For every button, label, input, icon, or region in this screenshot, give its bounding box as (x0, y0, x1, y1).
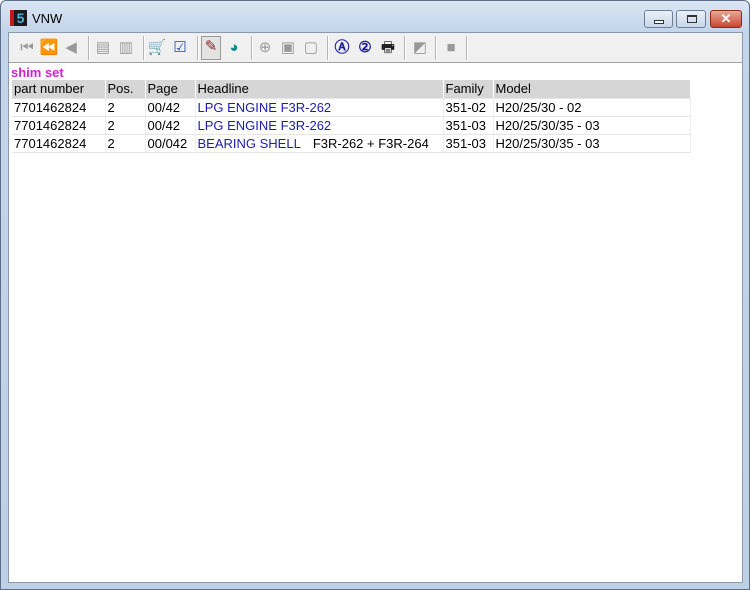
search-a-icon[interactable]: Ⓐ (332, 38, 352, 58)
table-row[interactable]: 7701462824 2 00/42 LPG ENGINE F3R-262 35… (12, 116, 691, 135)
part-number-cell: 7701462824 (12, 116, 106, 135)
page-icon[interactable]: ▣ (278, 38, 298, 58)
column-header-model[interactable]: Model (493, 80, 691, 99)
page-corner-icon[interactable]: ▢ (301, 38, 321, 58)
stop-icon[interactable]: ■ (441, 38, 461, 58)
tool-icon[interactable]: ✎ (201, 36, 221, 60)
table-row[interactable]: 7701462824 2 00/42 LPG ENGINE F3R-262 35… (12, 98, 691, 117)
client-area: ⏮ ⏪ ◀ ▤ ▥ 🛒 ☑ ✎ ◕ ⊕ ▣ ▢ Ⓐ ② 🖶 ◩ ■ shim s… (8, 32, 743, 583)
toolbar-separator (197, 36, 199, 60)
page-cell: 00/42 (145, 116, 196, 135)
headline-cell: LPG ENGINE F3R-262 (195, 116, 444, 135)
toolbar-separator (435, 36, 437, 60)
model-cell: H20/25/30/35 - 03 (493, 134, 691, 153)
checklist-icon[interactable]: ☑ (170, 38, 190, 58)
headline-link[interactable]: LPG ENGINE F3R-262 (198, 118, 332, 133)
toolbar-separator (466, 36, 468, 60)
family-cell: 351-02 (443, 98, 494, 117)
first-record-icon[interactable]: ⏮ (17, 38, 37, 58)
back-page-icon[interactable]: ▤ (93, 38, 113, 58)
minimize-icon (654, 20, 664, 24)
globe-icon[interactable]: ◕ (224, 38, 244, 58)
pos-cell: 2 (105, 116, 146, 135)
table-row[interactable]: 7701462824 2 00/042 BEARING SHELL F3R-262… (12, 134, 691, 153)
part-number-cell: 7701462824 (12, 98, 106, 117)
column-header-page[interactable]: Page (145, 80, 196, 99)
pos-cell: 2 (105, 98, 146, 117)
column-header-headline[interactable]: Headline (195, 80, 444, 99)
eraser-icon[interactable]: ◩ (410, 38, 430, 58)
page-cell: 00/42 (145, 98, 196, 117)
app-icon: 5 (10, 10, 27, 26)
headline-link[interactable]: BEARING SHELL (198, 136, 301, 151)
family-cell: 351-03 (443, 134, 494, 153)
headline-cell: BEARING SHELL F3R-262 + F3R-264 (195, 134, 444, 153)
toolbar-separator (327, 36, 329, 60)
fast-back-icon[interactable]: ⏪ (39, 38, 59, 58)
toolbar-separator (251, 36, 253, 60)
close-button[interactable]: ✕ (710, 10, 742, 28)
column-header-pos[interactable]: Pos. (105, 80, 146, 99)
results-table: part number Pos. Page Headline Family Mo… (12, 80, 691, 153)
title-bar[interactable]: 5 VNW ✕ (1, 1, 749, 33)
toolbar-separator (143, 36, 145, 60)
model-cell: H20/25/30/35 - 03 (493, 116, 691, 135)
headline-extra: F3R-262 + F3R-264 (312, 135, 429, 151)
previous-icon[interactable]: ◀ (61, 38, 81, 58)
family-cell: 351-03 (443, 116, 494, 135)
close-icon: ✕ (720, 11, 732, 26)
print-icon[interactable]: 🖶 (378, 38, 398, 58)
toolbar-separator (88, 36, 90, 60)
app-window: 5 VNW ✕ ⏮ ⏪ ◀ ▤ ▥ 🛒 ☑ ✎ ◕ ⊕ ▣ ▢ Ⓐ ② 🖶 ◩ … (0, 0, 750, 590)
zoom-in-icon[interactable]: ⊕ (255, 38, 275, 58)
headline-cell: LPG ENGINE F3R-262 (195, 98, 444, 117)
minimize-button[interactable] (644, 10, 673, 28)
page-cell: 00/042 (145, 134, 196, 153)
toolbar: ⏮ ⏪ ◀ ▤ ▥ 🛒 ☑ ✎ ◕ ⊕ ▣ ▢ Ⓐ ② 🖶 ◩ ■ (9, 33, 742, 63)
window-title: VNW (32, 11, 63, 26)
toolbar-separator (404, 36, 406, 60)
maximize-icon (687, 15, 697, 23)
forward-page-icon[interactable]: ▥ (116, 38, 136, 58)
search-term-label: shim set (11, 65, 64, 80)
column-header-part-number[interactable]: part number (12, 80, 106, 99)
cart-icon[interactable]: 🛒 (147, 38, 167, 58)
part-number-cell: 7701462824 (12, 134, 106, 153)
table-header-row: part number Pos. Page Headline Family Mo… (12, 80, 691, 99)
headline-link[interactable]: LPG ENGINE F3R-262 (198, 100, 332, 115)
search-2-icon[interactable]: ② (355, 38, 375, 58)
pos-cell: 2 (105, 134, 146, 153)
column-header-family[interactable]: Family (443, 80, 494, 99)
maximize-button[interactable] (676, 10, 706, 28)
model-cell: H20/25/30 - 02 (493, 98, 691, 117)
